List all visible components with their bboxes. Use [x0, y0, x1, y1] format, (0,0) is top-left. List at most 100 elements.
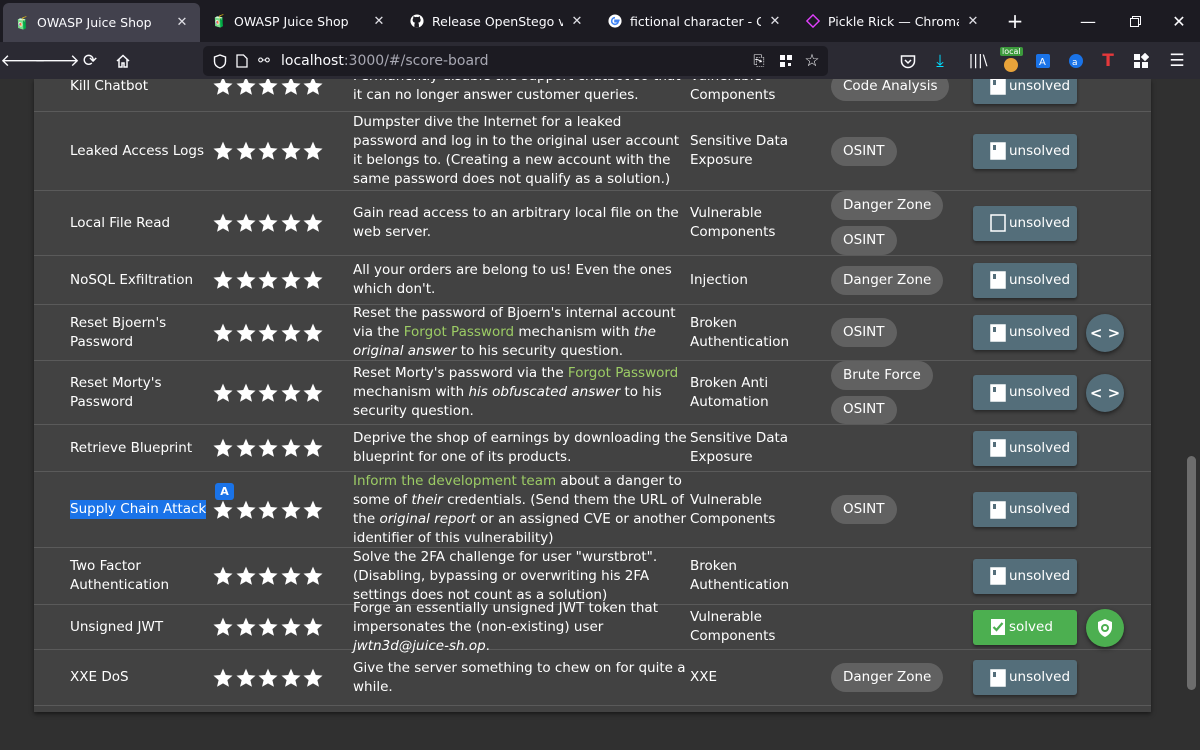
- unsolved-status-button[interactable]: unsolved: [973, 79, 1077, 104]
- restore-icon[interactable]: [1122, 8, 1148, 34]
- tag-chip[interactable]: Code Analysis: [831, 79, 950, 101]
- challenge-name: Reset Morty's Password: [70, 374, 162, 410]
- star-icon: [280, 438, 301, 457]
- unsolved-status-button[interactable]: unsolved: [973, 558, 1077, 594]
- challenge-tags: OSINT: [831, 112, 961, 190]
- tab-google[interactable]: fictional character - Google Se ✕: [596, 0, 793, 42]
- extension-local-icon[interactable]: local: [995, 46, 1025, 76]
- table-row: Reset Bjoern's Password Reset the passwor…: [34, 305, 1151, 361]
- extensions-icon[interactable]: [1126, 46, 1156, 76]
- challenge-status: unsolved: [973, 79, 1077, 111]
- tab-title: fictional character - Google Se: [630, 13, 761, 29]
- unsolved-status-button[interactable]: unsolved: [973, 375, 1077, 410]
- challenge-tags: [831, 425, 961, 471]
- view-code-button[interactable]: < >: [1086, 374, 1124, 412]
- unsolved-box-icon: [990, 567, 1006, 585]
- unsolved-status-button[interactable]: unsolved: [973, 262, 1077, 298]
- unsolved-status-button[interactable]: unsolved: [973, 133, 1077, 169]
- reload-icon[interactable]: ⟳: [75, 46, 105, 76]
- unsolved-status-button[interactable]: unsolved: [973, 492, 1077, 527]
- solved-status-button[interactable]: solved: [973, 609, 1077, 645]
- script-extension-icon[interactable]: a: [1061, 46, 1091, 76]
- challenge-status: unsolved: [973, 361, 1077, 424]
- tag-chip[interactable]: OSINT: [831, 395, 897, 424]
- table-row: XXE DoS Give the server something to chew…: [34, 650, 1151, 706]
- tag-chip[interactable]: OSINT: [831, 226, 897, 255]
- description-link[interactable]: Forgot Password: [404, 324, 514, 340]
- challenge-description: Forge an essentially unsigned JWT token …: [353, 599, 658, 654]
- star-icon: [258, 566, 278, 585]
- scrollbar-thumb[interactable]: [1187, 456, 1196, 690]
- new-tab-button[interactable]: +: [1002, 8, 1028, 34]
- translate-tooltip-icon[interactable]: A: [215, 483, 234, 500]
- challenge-tags: Danger Zone: [831, 256, 961, 304]
- unsolved-status-button[interactable]: unsolved: [973, 430, 1077, 466]
- app-menu-icon[interactable]: ☰: [1162, 46, 1192, 76]
- tab-close-icon[interactable]: ✕: [174, 15, 190, 30]
- page-content: Kill Chatbot Permanently disable the supp…: [0, 79, 1183, 750]
- qr-code-icon[interactable]: [775, 54, 797, 68]
- table-row: Local File Read Gain read access to an ar…: [34, 191, 1151, 256]
- challenge-category: Vulnerable Components: [690, 491, 776, 527]
- scrollbar[interactable]: [1183, 79, 1200, 750]
- tab-openstego[interactable]: Release OpenStego v0.8.0 · sy ✕: [398, 0, 595, 42]
- challenge-category: Injection: [690, 271, 748, 288]
- tab-close-icon[interactable]: ✕: [569, 14, 585, 29]
- tab-close-icon[interactable]: ✕: [767, 14, 783, 29]
- tag-chip[interactable]: Danger Zone: [831, 663, 944, 692]
- google-favicon-icon: [608, 14, 622, 28]
- table-row: Reset Morty's Password Reset Morty's pass…: [34, 361, 1151, 425]
- shield-tracking-icon[interactable]: [209, 53, 231, 69]
- challenge-status: unsolved: [973, 425, 1077, 471]
- tampermonkey-extension-icon[interactable]: T: [1093, 46, 1123, 76]
- tab-title: OWASP Juice Shop: [37, 15, 152, 30]
- unsolved-status-button[interactable]: unsolved: [973, 315, 1077, 350]
- star-icon: [280, 500, 301, 519]
- star-icon: [258, 617, 278, 636]
- difficulty-stars: [212, 79, 330, 111]
- tab-title: Release OpenStego v0.8.0 · sy: [432, 13, 563, 29]
- description-link[interactable]: Forgot Password: [568, 365, 678, 381]
- tag-chip[interactable]: Danger Zone: [831, 191, 944, 220]
- minimize-icon[interactable]: —: [1075, 8, 1101, 34]
- tab-close-icon[interactable]: ✕: [965, 14, 981, 29]
- bookmark-star-icon[interactable]: ☆: [801, 51, 823, 71]
- downloads-icon[interactable]: ⤓: [925, 46, 955, 76]
- permissions-icon[interactable]: ⚯: [253, 53, 275, 69]
- table-row: Two Factor Authentication Solve the 2FA c…: [34, 548, 1151, 605]
- view-code-button[interactable]: < >: [1086, 314, 1124, 352]
- tag-chip[interactable]: OSINT: [831, 495, 897, 524]
- star-icon: [280, 383, 301, 402]
- status-label: unsolved: [1009, 669, 1071, 685]
- tag-chip[interactable]: Danger Zone: [831, 265, 944, 295]
- challenge-description: Gain read access to an arbitrary local f…: [353, 205, 679, 240]
- description-link[interactable]: Inform the development team: [353, 473, 556, 489]
- codefix-shield-button[interactable]: [1086, 608, 1124, 647]
- unsolved-box-icon: [990, 668, 1006, 687]
- url-bar[interactable]: ⚯ localhost:3000/#/score-board ⎘ ☆: [203, 46, 828, 76]
- challenge-status: unsolved: [973, 112, 1077, 190]
- star-icon: [303, 383, 323, 402]
- page-info-icon[interactable]: [231, 54, 253, 68]
- tab-juice-shop-2[interactable]: 🧃 OWASP Juice Shop ✕: [200, 0, 397, 42]
- close-window-icon[interactable]: ✕: [1166, 8, 1192, 34]
- tag-chip[interactable]: Brute Force: [831, 361, 933, 390]
- unsolved-status-button[interactable]: unsolved: [973, 205, 1077, 241]
- difficulty-stars: [212, 425, 330, 471]
- tag-chip[interactable]: OSINT: [831, 318, 897, 347]
- tab-close-icon[interactable]: ✕: [371, 14, 387, 29]
- tab-title: OWASP Juice Shop: [234, 13, 349, 29]
- tab-chroma[interactable]: Pickle Rick — Chroma | 3D & ✕: [794, 0, 991, 42]
- home-icon[interactable]: [108, 46, 138, 76]
- pocket-icon[interactable]: [893, 46, 923, 76]
- forward-icon[interactable]: 🡒: [34, 46, 80, 76]
- translate-page-icon[interactable]: ⎘: [748, 53, 770, 69]
- challenge-tags: Danger Zone: [831, 650, 961, 705]
- translate-extension-icon[interactable]: A: [1028, 46, 1058, 76]
- unsolved-status-button[interactable]: unsolved: [973, 660, 1077, 695]
- library-icon[interactable]: |||\: [963, 46, 993, 76]
- star-icon: [235, 617, 256, 636]
- tag-chip[interactable]: OSINT: [831, 136, 897, 166]
- star-icon: [258, 141, 278, 160]
- tab-juice-shop-1[interactable]: 🧃 OWASP Juice Shop ✕: [3, 3, 200, 42]
